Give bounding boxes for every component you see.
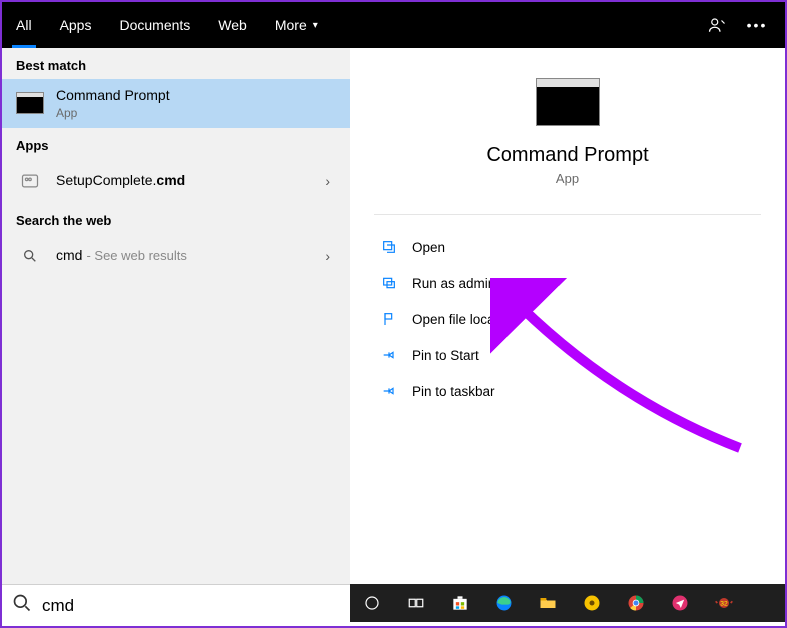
taskbar-app-pink[interactable] <box>658 584 702 622</box>
taskbar-store[interactable] <box>438 584 482 622</box>
tab-web[interactable]: Web <box>204 2 261 48</box>
cmd-icon <box>16 89 44 117</box>
result-title: SetupComplete.cmd <box>56 172 319 189</box>
action-label: Open file location <box>412 312 516 327</box>
action-open[interactable]: Open <box>374 231 761 263</box>
feedback-button[interactable] <box>697 2 737 48</box>
search-icon <box>16 242 44 270</box>
action-pin-taskbar[interactable]: Pin to taskbar <box>374 375 761 407</box>
search-tabs: All Apps Documents Web More ▾ ••• <box>2 2 785 48</box>
section-apps: Apps <box>2 128 350 159</box>
svg-text:32: 32 <box>720 601 728 608</box>
open-icon <box>378 239 400 255</box>
result-setupcomplete[interactable]: SetupComplete.cmd › <box>2 159 350 203</box>
chrome-icon <box>626 593 646 613</box>
taskbar-app-yellow[interactable] <box>570 584 614 622</box>
tab-all[interactable]: All <box>2 2 46 48</box>
taskbar-app-red[interactable]: 32 <box>702 584 746 622</box>
chevron-right-icon: › <box>319 173 336 189</box>
action-label: Pin to taskbar <box>412 384 495 399</box>
taskbar-chrome[interactable] <box>614 584 658 622</box>
result-title: Command Prompt <box>56 87 336 104</box>
tab-label: Documents <box>119 17 190 33</box>
action-open-location[interactable]: Open file location <box>374 303 761 335</box>
tab-label: Web <box>218 17 247 33</box>
preview-actions: Open Run as administrator Open file loca… <box>374 231 761 407</box>
taskview-icon <box>407 594 425 612</box>
search-input[interactable] <box>42 585 340 626</box>
tab-label: More <box>275 17 307 33</box>
web-hint: - See web results <box>86 248 186 263</box>
taskbar-cortana[interactable] <box>350 584 394 622</box>
results-panel: Best match Command Prompt App Apps <box>2 48 350 584</box>
preview-panel: Command Prompt App Open Run as adm <box>350 48 785 584</box>
script-icon <box>16 167 44 195</box>
web-query: cmd <box>56 247 82 264</box>
folder-icon <box>378 311 400 327</box>
tab-documents[interactable]: Documents <box>105 2 204 48</box>
section-best-match: Best match <box>2 48 350 79</box>
action-label: Pin to Start <box>412 348 479 363</box>
preview-app-icon <box>536 78 600 126</box>
search-box[interactable] <box>2 584 350 626</box>
action-label: Run as administrator <box>412 276 537 291</box>
taskbar: 32 <box>350 584 785 622</box>
circle-icon <box>363 594 381 612</box>
chevron-right-icon: › <box>319 248 336 264</box>
pin-icon <box>378 383 400 399</box>
result-command-prompt[interactable]: Command Prompt App <box>2 79 350 128</box>
taskbar-explorer[interactable] <box>526 584 570 622</box>
action-label: Open <box>412 240 445 255</box>
taskbar-edge[interactable] <box>482 584 526 622</box>
preview-subtitle: App <box>374 171 761 186</box>
tab-apps[interactable]: Apps <box>46 2 106 48</box>
edge-icon <box>494 593 514 613</box>
shield-icon <box>378 275 400 291</box>
ellipsis-icon: ••• <box>747 17 768 33</box>
pin-icon <box>378 347 400 363</box>
section-search-web: Search the web <box>2 203 350 234</box>
person-icon <box>708 16 726 34</box>
search-icon <box>12 593 32 618</box>
action-pin-start[interactable]: Pin to Start <box>374 339 761 371</box>
preview-title: Command Prompt <box>374 144 761 167</box>
result-web-search[interactable]: cmd - See web results › <box>2 234 350 278</box>
tab-more[interactable]: More ▾ <box>261 2 332 48</box>
chevron-down-icon: ▾ <box>313 20 318 31</box>
circle-app-icon <box>582 593 602 613</box>
tab-label: All <box>16 17 32 33</box>
action-run-admin[interactable]: Run as administrator <box>374 267 761 299</box>
bug-icon: 32 <box>714 593 734 613</box>
store-icon <box>450 593 470 613</box>
tab-label: Apps <box>60 17 92 33</box>
result-subtitle: App <box>56 106 336 120</box>
taskbar-taskview[interactable] <box>394 584 438 622</box>
send-icon <box>670 593 690 613</box>
options-button[interactable]: ••• <box>737 2 777 48</box>
folder-icon <box>538 593 558 613</box>
